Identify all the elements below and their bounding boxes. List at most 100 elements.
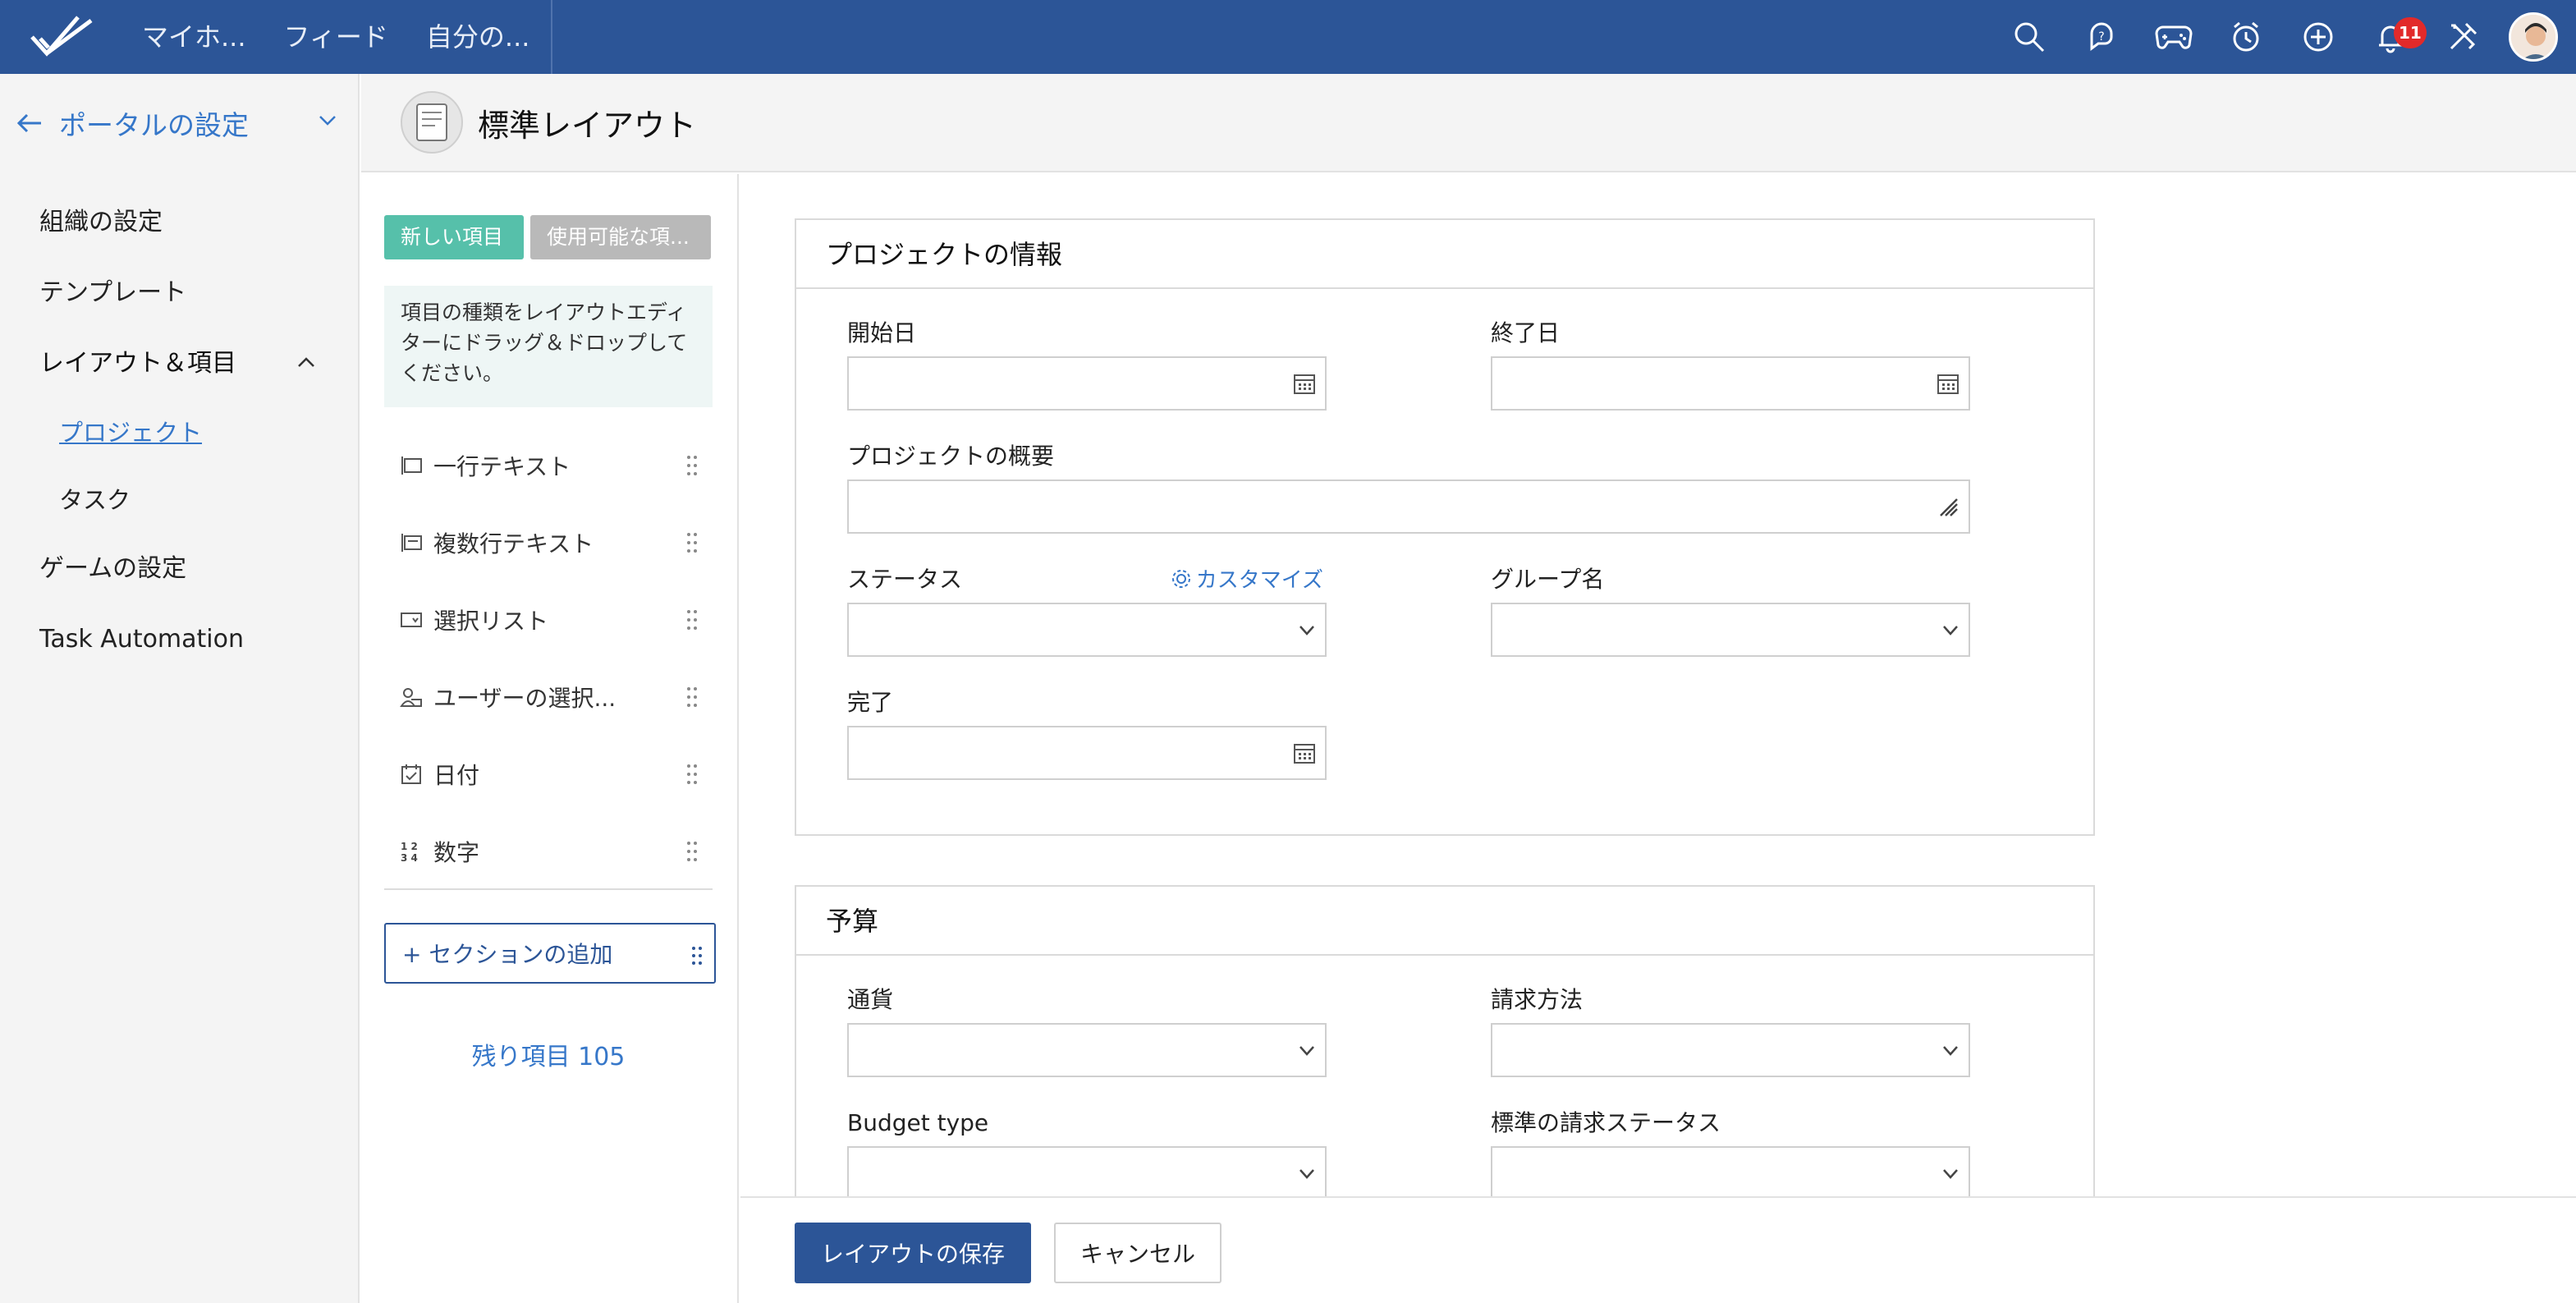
game-controller-icon[interactable] xyxy=(2138,0,2210,74)
remaining-fields-count: 残り項目 105 xyxy=(471,1043,626,1071)
drag-handle-icon[interactable] xyxy=(686,609,698,631)
field-type-label: 日付 xyxy=(433,762,480,789)
section-budget[interactable]: 予算 通貨 請求方法 Budget type 標準の請求ステータス xyxy=(795,885,2095,1196)
field-type-user-picker[interactable]: ユーザーの選択... xyxy=(384,658,713,736)
timer-icon[interactable] xyxy=(2210,0,2282,74)
drag-handle-icon[interactable] xyxy=(686,841,698,862)
field-type-picklist[interactable]: 選択リスト xyxy=(384,581,713,658)
field-label: プロジェクトの概要 xyxy=(847,443,1055,470)
field-end-date: 終了日 xyxy=(1491,317,1970,411)
billing-method-select[interactable] xyxy=(1491,1023,1970,1077)
customize-label: カスタマイズ xyxy=(1195,568,1323,593)
sidebar-item-layouts-label: レイアウト＆項目 xyxy=(39,349,236,378)
drag-handle-icon[interactable] xyxy=(686,764,698,785)
chevron-down-icon xyxy=(1297,624,1317,637)
drag-handle-icon[interactable] xyxy=(691,946,703,966)
sidebar-item-templates[interactable]: テンプレート xyxy=(0,258,358,328)
tab-new-fields[interactable]: 新しい項目 xyxy=(384,215,524,259)
nav-mine[interactable]: 自分の... xyxy=(407,0,553,74)
field-status: ステータス カスタマイズ xyxy=(847,563,1327,657)
gear-icon xyxy=(1171,569,1190,588)
end-date-input[interactable] xyxy=(1491,356,1970,411)
page-header: 標準レイアウト xyxy=(361,74,2576,172)
add-section-button[interactable]: + セクションの追加 xyxy=(384,923,716,984)
multi-line-icon xyxy=(397,532,425,553)
calendar-icon[interactable] xyxy=(1292,741,1317,765)
sidebar-subitem-project[interactable]: プロジェクト xyxy=(0,399,358,466)
field-type-number[interactable]: 1 23 4 数字 xyxy=(384,813,713,890)
chevron-down-icon xyxy=(1297,1168,1317,1181)
currency-select[interactable] xyxy=(847,1023,1327,1077)
chevron-down-icon[interactable] xyxy=(319,115,337,126)
add-icon[interactable] xyxy=(2282,0,2354,74)
resize-handle-icon[interactable] xyxy=(1936,494,1960,519)
default-billing-status-select[interactable] xyxy=(1491,1146,1970,1196)
section-title: プロジェクトの情報 xyxy=(796,220,2093,289)
back-arrow-icon[interactable] xyxy=(16,112,44,134)
sidebar-item-organization[interactable]: 組織の設定 xyxy=(0,187,358,258)
sidebar-item-layouts[interactable]: レイアウト＆項目 xyxy=(0,328,358,399)
chevron-up-icon[interactable] xyxy=(297,356,315,368)
field-type-label: 複数行テキスト xyxy=(433,530,594,557)
field-type-date[interactable]: 日付 xyxy=(384,736,713,813)
cancel-button[interactable]: キャンセル xyxy=(1054,1223,1222,1283)
portal-settings-header[interactable]: ポータルの設定 xyxy=(0,74,358,172)
field-label: グループ名 xyxy=(1491,566,1605,593)
single-line-icon xyxy=(397,455,425,476)
top-bar: マイホ... フィード 自分の... ? 11 xyxy=(0,0,2576,74)
nav-feed[interactable]: フィード xyxy=(265,0,407,74)
customize-link[interactable]: カスタマイズ xyxy=(1170,563,1323,594)
top-icons: ? 11 xyxy=(1993,0,2576,74)
field-type-label: 数字 xyxy=(433,839,480,866)
calendar-icon[interactable] xyxy=(1936,371,1960,396)
settings-sidebar: ポータルの設定 組織の設定 テンプレート レイアウト＆項目 プロジェクト タスク… xyxy=(0,74,360,1303)
field-default-billing-status: 標準の請求ステータス xyxy=(1491,1107,1970,1196)
budget-type-select[interactable] xyxy=(847,1146,1327,1196)
add-section-label: + セクションの追加 xyxy=(402,941,613,968)
action-footer: レイアウトの保存 キャンセル xyxy=(740,1196,2576,1303)
layout-icon xyxy=(401,91,463,154)
start-date-input[interactable] xyxy=(847,356,1327,411)
svg-text:?: ? xyxy=(2098,30,2104,44)
tab-available-fields[interactable]: 使用可能な項... xyxy=(530,215,711,259)
calendar-icon[interactable] xyxy=(1292,371,1317,396)
field-type-single-line[interactable]: 一行テキスト xyxy=(384,427,713,504)
chevron-down-icon xyxy=(1941,1168,1960,1181)
sidebar-subitem-task[interactable]: タスク xyxy=(0,466,358,534)
tools-icon[interactable] xyxy=(2427,0,2499,74)
group-name-select[interactable] xyxy=(1491,603,1970,657)
field-type-multi-line[interactable]: 複数行テキスト xyxy=(384,504,713,581)
field-billing-method: 請求方法 xyxy=(1491,984,1970,1077)
save-layout-button[interactable]: レイアウトの保存 xyxy=(795,1223,1031,1283)
chevron-down-icon xyxy=(1941,624,1960,637)
chevron-down-icon xyxy=(1941,1044,1960,1058)
nav-home[interactable]: マイホ... xyxy=(123,0,265,74)
project-overview-textarea[interactable] xyxy=(847,479,1970,534)
field-budget-type: Budget type xyxy=(847,1107,1327,1196)
field-group-name: グループ名 xyxy=(1491,563,1970,657)
drag-handle-icon[interactable] xyxy=(686,686,698,708)
completed-date-input[interactable] xyxy=(847,726,1327,780)
portal-settings-title: ポータルの設定 xyxy=(59,109,249,141)
bell-icon[interactable]: 11 xyxy=(2354,0,2427,74)
status-select[interactable] xyxy=(847,603,1327,657)
palette-hint: 項目の種類をレイアウトエディターにドラッグ＆ドロップしてください。 xyxy=(384,286,713,407)
svg-text:3 4: 3 4 xyxy=(401,852,418,863)
user-picker-icon xyxy=(397,686,425,708)
app-logo-icon[interactable] xyxy=(0,0,123,74)
field-label: 終了日 xyxy=(1491,319,1561,346)
field-type-label: 選択リスト xyxy=(433,608,549,635)
drag-handle-icon[interactable] xyxy=(686,455,698,476)
avatar[interactable] xyxy=(2509,12,2558,62)
help-chat-icon[interactable]: ? xyxy=(2065,0,2138,74)
sidebar-item-game-settings[interactable]: ゲームの設定 xyxy=(0,534,358,604)
svg-text:1 2: 1 2 xyxy=(401,841,418,852)
field-start-date: 開始日 xyxy=(847,317,1327,411)
palette-divider xyxy=(384,888,713,890)
sidebar-item-task-automation[interactable]: Task Automation xyxy=(0,604,358,675)
drag-handle-icon[interactable] xyxy=(686,532,698,553)
section-project-info[interactable]: プロジェクトの情報 開始日 終了日 プロジェクトの概要 ステータス カスタマイズ xyxy=(795,218,2095,836)
search-icon[interactable] xyxy=(1993,0,2065,74)
palette-tabs: 新しい項目 使用可能な項... xyxy=(384,215,711,259)
page-title: 標準レイアウト xyxy=(478,107,697,144)
